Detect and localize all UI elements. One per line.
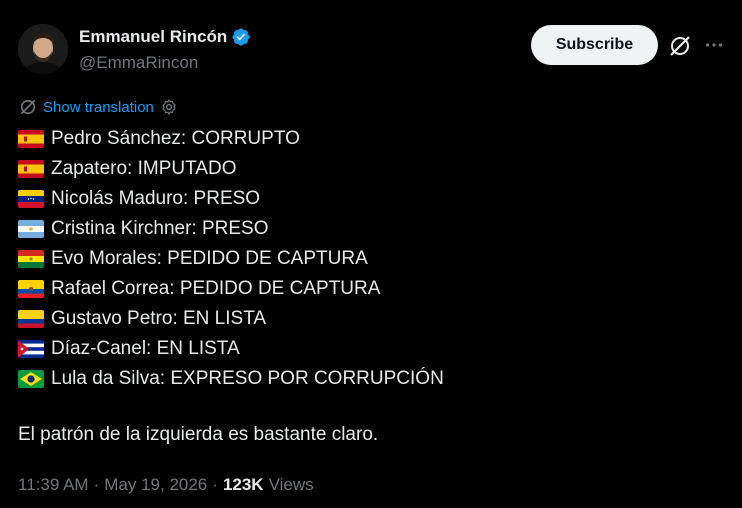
author-name-row[interactable]: Emmanuel Rincón [79,27,251,47]
spain-flag-icon [18,160,44,178]
tweet-line: Lula da Silva: EXPRESO POR CORRUPCIÓN [18,364,444,394]
tweet-line: Gustavo Petro: EN LISTA [18,304,444,334]
tweet-line-text: Evo Morales: PEDIDO DE CAPTURA [51,248,368,269]
tweet-line-text: Zapatero: IMPUTADO [51,158,237,179]
tweet-line: Pedro Sánchez: CORRUPTO [18,124,444,154]
tweet-closing-text: El patrón de la izquierda es bastante cl… [18,424,379,445]
more-horizontal-icon[interactable] [703,34,725,56]
grok-icon[interactable] [668,34,692,58]
tweet-date[interactable]: May 19, 2026 [104,475,207,495]
tweet-time[interactable]: 11:39 AM [18,475,89,495]
translation-row: Show translation [18,97,178,117]
meta-separator: · [212,475,218,494]
tweet-line: Nicolás Maduro: PRESO [18,184,444,214]
tweet-line: Cristina Kirchner: PRESO [18,214,444,244]
tweet-line: Rafael Correa: PEDIDO DE CAPTURA [18,274,444,304]
brazil-flag-icon [18,370,44,388]
tweet-body: Pedro Sánchez: CORRUPTO Zapatero: IMPUTA… [18,124,444,394]
colombia-flag-icon [18,310,44,328]
show-translation-link[interactable]: Show translation [43,99,154,116]
venezuela-flag-icon [18,190,44,208]
translate-icon [20,99,36,115]
avatar[interactable] [18,24,68,74]
avatar-image [18,24,68,74]
author-handle[interactable]: @EmmaRincon [79,53,198,73]
meta-separator: · [93,475,100,494]
tweet-line: Díaz-Canel: EN LISTA [18,334,444,364]
bolivia-flag-icon [18,250,44,268]
tweet-line-text: Gustavo Petro: EN LISTA [51,308,267,329]
author-display-name[interactable]: Emmanuel Rincón [79,27,227,47]
tweet-line-text: Lula da Silva: EXPRESO POR CORRUPCIÓN [51,368,444,389]
verified-badge-icon[interactable] [231,27,251,47]
tweet-line-text: Pedro Sánchez: CORRUPTO [51,128,300,149]
gear-icon[interactable] [160,98,178,116]
views-label: Views [268,475,314,494]
spain-flag-icon [18,130,44,148]
cuba-flag-icon [18,340,44,358]
tweet-line-text: Cristina Kirchner: PRESO [51,218,269,239]
ecuador-flag-icon [18,280,44,298]
views-count: 123K [222,475,264,494]
tweet-meta: 11:39 AM · May 19, 2026 · 123K Views [18,475,314,495]
argentina-flag-icon [18,220,44,238]
tweet-line-text: Nicolás Maduro: PRESO [51,188,261,209]
tweet-line-text: Díaz-Canel: EN LISTA [51,338,240,359]
subscribe-button[interactable]: Subscribe [531,25,658,65]
tweet-line: Zapatero: IMPUTADO [18,154,444,184]
tweet-line-text: Rafael Correa: PEDIDO DE CAPTURA [51,278,381,299]
tweet-line: Evo Morales: PEDIDO DE CAPTURA [18,244,444,274]
